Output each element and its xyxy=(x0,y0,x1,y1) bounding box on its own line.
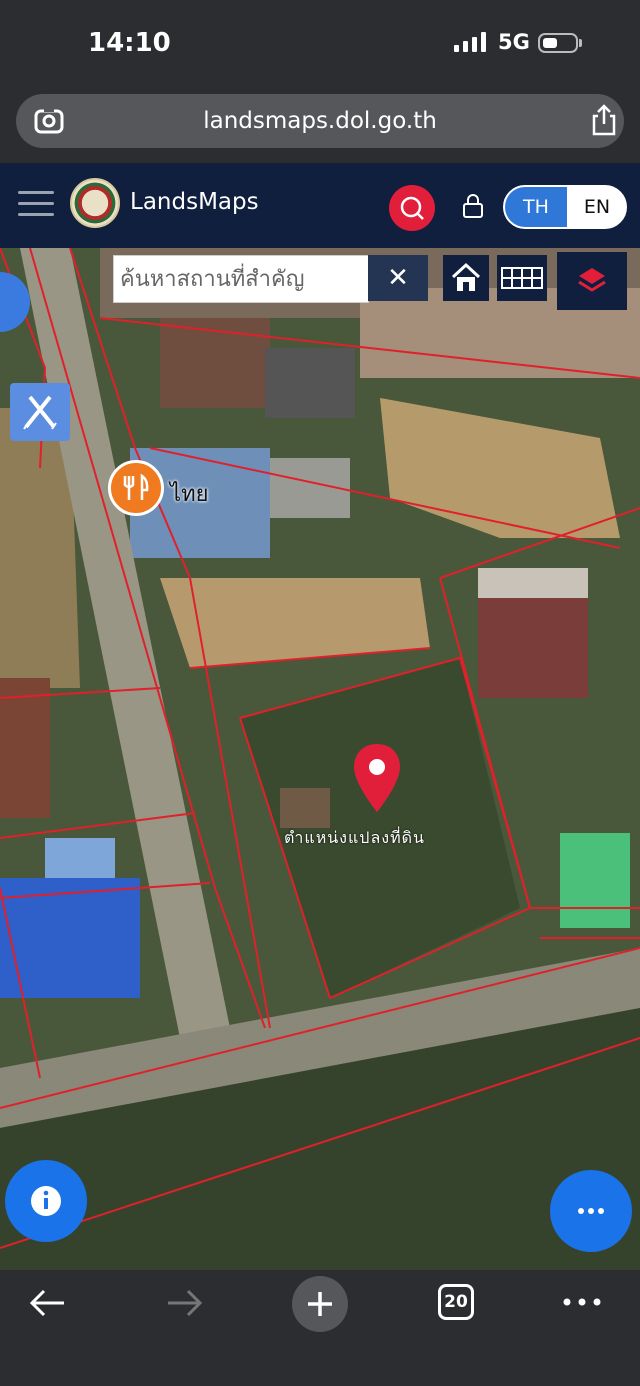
more-icon xyxy=(578,1208,604,1214)
url-bar[interactable]: landsmaps.dol.go.th xyxy=(16,94,624,148)
parcel-label: ตำแหน่งแปลงที่ดิน xyxy=(284,828,425,847)
browser-toolbar: 20 xyxy=(0,1270,640,1386)
more-menu-icon[interactable] xyxy=(562,1296,602,1308)
home-button[interactable] xyxy=(443,255,489,301)
forward-icon[interactable] xyxy=(164,1288,204,1318)
tabs-icon[interactable]: 20 xyxy=(438,1284,474,1320)
url-text[interactable]: landsmaps.dol.go.th xyxy=(16,108,624,134)
draw-tool-button[interactable] xyxy=(10,383,70,441)
new-tab-button[interactable] xyxy=(292,1276,348,1332)
draw-icon xyxy=(23,395,57,430)
grid-icon xyxy=(501,267,543,289)
layers-button[interactable] xyxy=(557,252,627,310)
battery-nub xyxy=(579,39,582,47)
info-button[interactable] xyxy=(5,1160,87,1242)
lang-en-button[interactable]: EN xyxy=(567,187,625,227)
restaurant-poi[interactable] xyxy=(108,460,164,516)
layers-icon xyxy=(578,268,606,292)
plus-icon xyxy=(308,1292,332,1316)
clear-search-button[interactable]: ✕ xyxy=(368,255,428,301)
search-icon xyxy=(400,196,424,220)
status-bar: 14:10 5G xyxy=(0,0,640,88)
signal-icon xyxy=(454,32,486,52)
lock-icon[interactable] xyxy=(462,193,484,219)
home-icon xyxy=(451,262,481,291)
place-search-box[interactable] xyxy=(113,255,369,303)
restaurant-icon xyxy=(123,473,149,500)
network-type: 5G xyxy=(498,30,530,54)
back-icon[interactable] xyxy=(28,1288,68,1318)
info-icon xyxy=(31,1186,61,1216)
lang-th-button[interactable]: TH xyxy=(505,187,567,227)
poi-label: ไทย xyxy=(170,482,209,507)
more-options-button[interactable] xyxy=(550,1170,632,1252)
brand-name: LandsMaps xyxy=(130,189,259,215)
app-header: LandsMaps TH EN xyxy=(0,163,640,248)
place-search-input[interactable] xyxy=(114,256,368,302)
share-icon[interactable] xyxy=(590,104,618,136)
grid-button[interactable] xyxy=(497,255,547,301)
battery-icon xyxy=(538,33,578,53)
map-imagery xyxy=(0,248,640,1270)
status-time: 14:10 xyxy=(88,28,171,58)
hamburger-icon[interactable] xyxy=(18,189,54,217)
search-button[interactable] xyxy=(389,185,435,231)
satellite-map[interactable] xyxy=(0,248,640,1270)
dol-logo xyxy=(70,178,120,228)
language-toggle[interactable]: TH EN xyxy=(503,185,627,229)
location-pin-icon[interactable] xyxy=(350,742,404,814)
